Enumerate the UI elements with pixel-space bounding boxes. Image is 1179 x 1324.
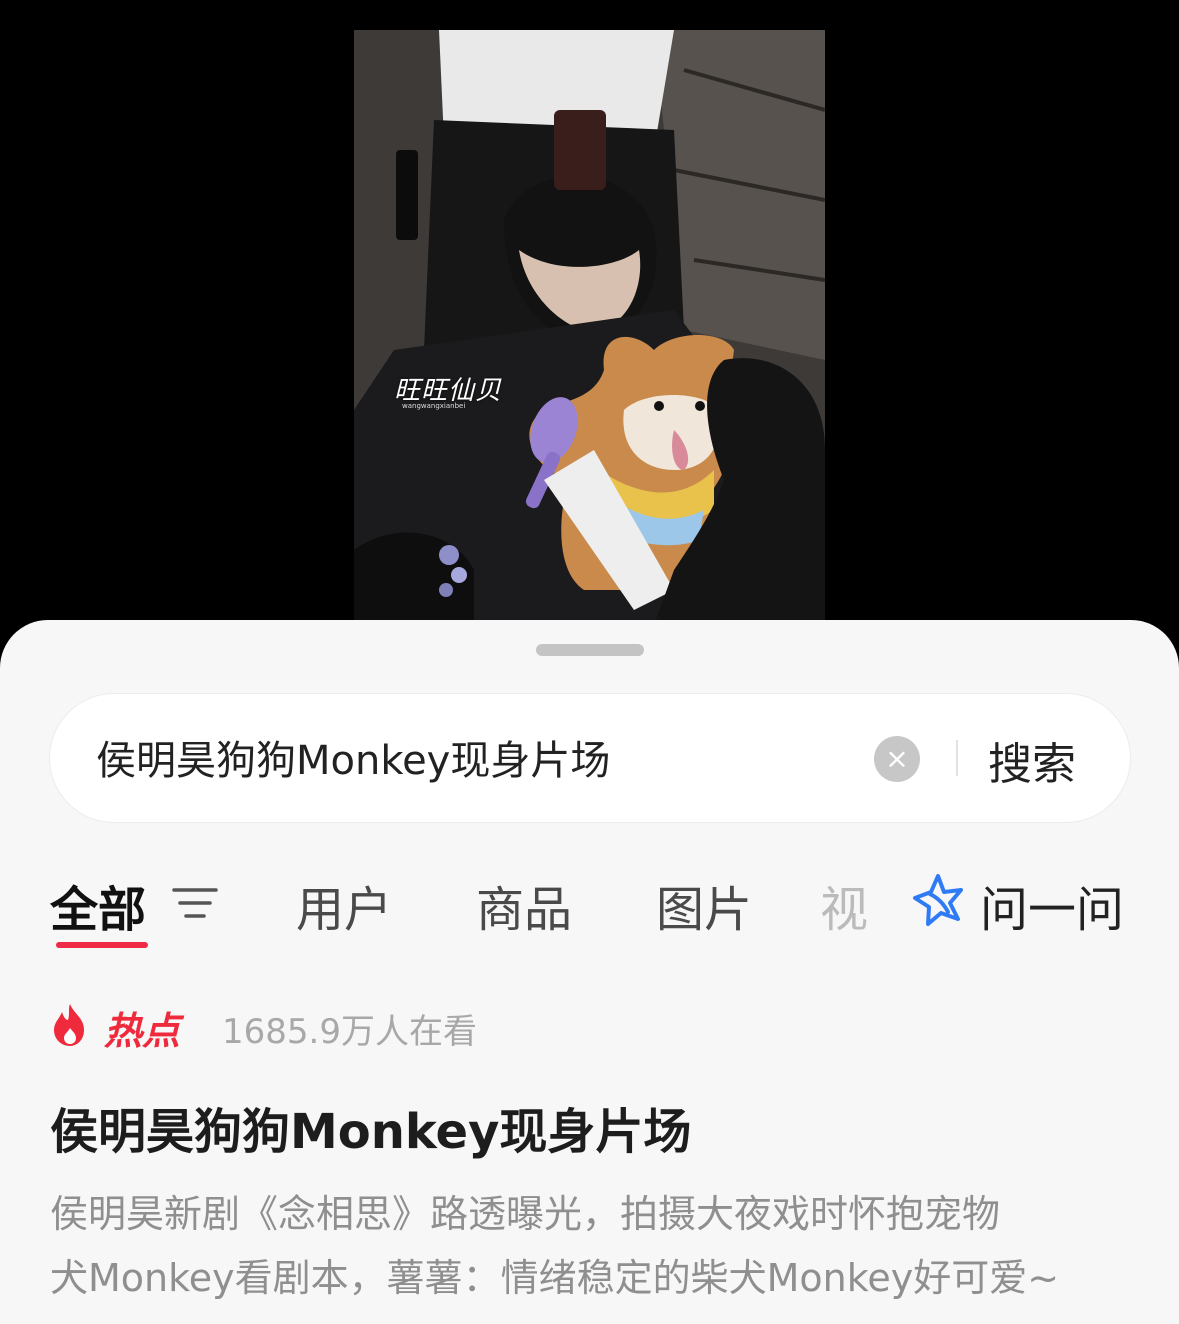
search-input[interactable]: 侯明昊狗狗Monkey现身片场: [96, 728, 610, 786]
fire-icon: [54, 1004, 84, 1046]
tab-images[interactable]: 图片: [656, 870, 752, 940]
hot-topic-header: 热点 1685.9万人在看: [50, 1000, 750, 1053]
clear-search-button[interactable]: ×: [874, 736, 920, 782]
close-icon: ×: [885, 742, 909, 775]
result-tabs: 全部 用户 商品 图片 视 问一问: [0, 870, 1179, 960]
hot-label: 热点: [104, 1009, 181, 1053]
ai-star-icon: [913, 874, 963, 926]
sheet-grabber[interactable]: [536, 644, 644, 656]
tab-fade-mask: [880, 870, 888, 940]
viewer-count: 1685.9万人在看: [222, 1012, 477, 1052]
search-divider: [956, 740, 958, 776]
ask-label: 问一问: [980, 882, 1125, 938]
topic-description[interactable]: 侯明昊新剧《念相思》路透曝光，拍摄大夜戏时怀抱宠物 犬Monkey看剧本，薯薯：…: [50, 1182, 1140, 1310]
description-line-2: 犬Monkey看剧本，薯薯：情绪稳定的柴犬Monkey好可爱~: [50, 1256, 1060, 1300]
video-scene: [354, 30, 825, 625]
video-watermark-sub: wangwangxianbei: [402, 402, 466, 410]
tab-users[interactable]: 用户: [296, 870, 392, 940]
description-line-1: 侯明昊新剧《念相思》路透曝光，拍摄大夜戏时怀抱宠物: [50, 1192, 1001, 1236]
video-player[interactable]: 旺旺仙贝 wangwangxianbei: [0, 0, 1179, 640]
active-tab-indicator: [56, 942, 148, 948]
search-result-sheet: 侯明昊狗狗Monkey现身片场 × 搜索 全部 用户 商品 图片 视 问一问 热…: [0, 620, 1179, 1324]
tab-products[interactable]: 商品: [476, 870, 572, 940]
tab-all[interactable]: 全部: [50, 870, 146, 940]
video-frame[interactable]: 旺旺仙贝 wangwangxianbei: [354, 30, 825, 625]
search-bar[interactable]: 侯明昊狗狗Monkey现身片场 × 搜索: [50, 694, 1130, 822]
search-button[interactable]: 搜索: [988, 728, 1076, 792]
topic-title[interactable]: 侯明昊狗狗Monkey现身片场: [50, 1092, 691, 1162]
filter-icon[interactable]: [170, 884, 220, 924]
